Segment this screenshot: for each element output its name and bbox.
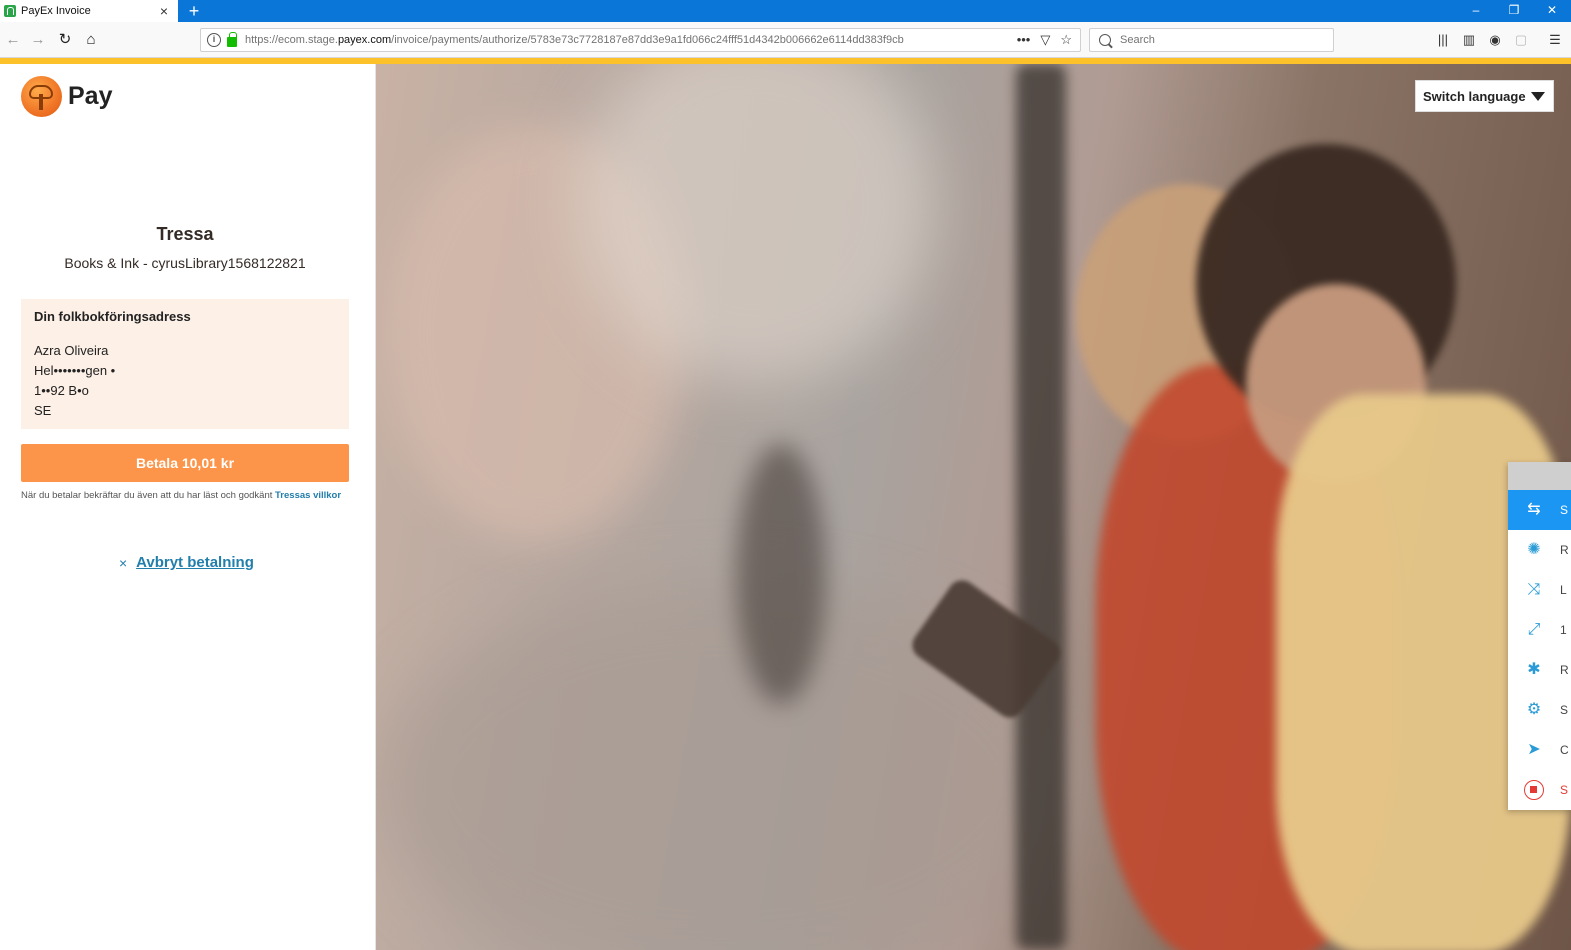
- ext-item-settings[interactable]: ⚙ S: [1508, 690, 1571, 730]
- ext-item-lightbulb[interactable]: ✺ R: [1508, 530, 1571, 570]
- address-heading: Din folkbokföringsadress: [34, 309, 191, 324]
- tab-strip: PayEx Invoice × + – ❐ ✕: [0, 0, 1571, 22]
- switch-language-dropdown[interactable]: Switch language: [1415, 80, 1554, 112]
- url-text[interactable]: https://ecom.stage.payex.com/invoice/pay…: [245, 34, 1017, 46]
- hero-photo: [376, 64, 1571, 950]
- shuffle-icon: ⤨: [1527, 581, 1541, 598]
- page-actions-icon[interactable]: •••: [1017, 32, 1031, 48]
- minimize-button[interactable]: –: [1457, 0, 1495, 22]
- address-country: SE: [34, 403, 52, 418]
- stop-icon: [1524, 780, 1544, 800]
- forward-icon[interactable]: →: [28, 30, 48, 50]
- oak-tree-logo-icon: [21, 76, 62, 117]
- ext-item-expand[interactable]: ⤢ 1: [1508, 610, 1571, 650]
- close-icon: ×: [119, 554, 128, 571]
- terms-link[interactable]: Tressas villkor: [275, 490, 341, 501]
- ext-item-bug[interactable]: ✱ R: [1508, 650, 1571, 690]
- ext-item-send[interactable]: ➤ C: [1508, 730, 1571, 770]
- payex-logo: Pay: [21, 76, 112, 117]
- extension-icon[interactable]: ▢: [1512, 31, 1530, 49]
- cancel-payment-link[interactable]: Avbryt betalning: [136, 554, 254, 571]
- ext-item-swap[interactable]: ⇆ S: [1508, 490, 1571, 530]
- tab-payex-invoice[interactable]: PayEx Invoice ×: [0, 0, 178, 22]
- site-info-icon[interactable]: i: [207, 33, 221, 47]
- caret-down-icon: [1531, 91, 1545, 101]
- search-input[interactable]: [1120, 34, 1320, 46]
- close-window-button[interactable]: ✕: [1533, 0, 1571, 22]
- logo-text: Pay: [68, 82, 113, 110]
- bug-icon: ✱: [1527, 661, 1541, 678]
- reload-icon[interactable]: ↻: [55, 30, 75, 50]
- swap-arrows-icon: ⇆: [1527, 501, 1541, 518]
- pocket-icon[interactable]: ▽: [1040, 32, 1050, 48]
- lightbulb-icon: ✺: [1527, 541, 1541, 558]
- address-box: Din folkbokföringsadress Azra Oliveira H…: [21, 299, 349, 429]
- pay-button[interactable]: Betala 10,01 kr: [21, 444, 349, 482]
- nav-toolbar: ← → ↻ ⌂ i https://ecom.stage.payex.com/i…: [0, 22, 1571, 58]
- url-bar[interactable]: i https://ecom.stage.payex.com/invoice/p…: [200, 28, 1081, 52]
- bookmark-star-icon[interactable]: ☆: [1060, 32, 1072, 48]
- address-postal: 1••92 B•o: [34, 383, 89, 398]
- switch-language-label: Switch language: [1423, 88, 1526, 104]
- menu-icon[interactable]: ☰: [1546, 31, 1564, 49]
- new-tab-button[interactable]: +: [184, 0, 204, 22]
- restore-button[interactable]: ❐: [1495, 0, 1533, 22]
- gear-icon: ⚙: [1526, 701, 1542, 718]
- search-bar[interactable]: [1089, 28, 1334, 52]
- library-icon[interactable]: |||: [1434, 31, 1452, 49]
- lock-icon: [227, 32, 237, 47]
- terms-text: När du betalar bekräftar du även att du …: [21, 490, 342, 501]
- ext-item-stop[interactable]: S: [1508, 770, 1571, 810]
- address-street: Hel•••••••gen •: [34, 363, 116, 378]
- tab-close-icon[interactable]: ×: [156, 3, 172, 19]
- search-icon: [1099, 34, 1111, 46]
- address-name: Azra Oliveira: [34, 343, 109, 358]
- payment-panel: Pay Tressa Books & Ink - cyrusLibrary156…: [0, 64, 376, 950]
- tab-title: PayEx Invoice: [21, 5, 91, 17]
- extension-panel-header: [1508, 462, 1571, 490]
- expand-icon: ⤢: [1527, 621, 1541, 638]
- merchant-name: Tressa: [156, 224, 214, 244]
- account-icon[interactable]: ◉: [1486, 31, 1504, 49]
- send-icon: ➤: [1527, 741, 1541, 758]
- merchant-subtitle: Books & Ink - cyrusLibrary1568122821: [64, 255, 306, 271]
- sidebar-icon[interactable]: ▥: [1460, 31, 1478, 49]
- back-icon[interactable]: ←: [3, 30, 23, 50]
- payex-favicon-icon: [4, 5, 16, 17]
- cancel-payment[interactable]: × Avbryt betalning: [0, 554, 370, 571]
- home-icon[interactable]: ⌂: [81, 30, 101, 50]
- extension-side-panel: ⇆ S ✺ R ⤨ L ⤢ 1 ✱ R ⚙ S ➤ C S: [1508, 462, 1571, 810]
- ext-item-shuffle[interactable]: ⤨ L: [1508, 570, 1571, 610]
